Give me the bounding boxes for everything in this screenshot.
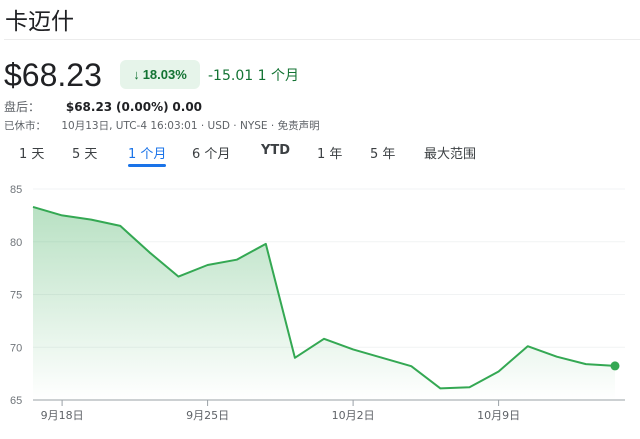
last-price-marker [610, 361, 620, 371]
y-tick-label: 80 [10, 237, 22, 249]
price-chart[interactable]: 65 70 75 80 85 9月18日 9月25日 10月2日 10月9日 [0, 0, 640, 439]
x-tick-label: 9月25日 [186, 409, 229, 422]
x-tick-label: 10月2日 [332, 409, 375, 422]
y-tick-label: 75 [10, 290, 22, 302]
y-tick-label: 70 [10, 342, 22, 354]
x-tick-label: 9月18日 [41, 409, 84, 422]
x-tick-label: 10月9日 [477, 409, 520, 422]
price-area [33, 206, 615, 400]
y-tick-label: 85 [10, 184, 22, 196]
y-tick-label: 65 [10, 395, 22, 407]
